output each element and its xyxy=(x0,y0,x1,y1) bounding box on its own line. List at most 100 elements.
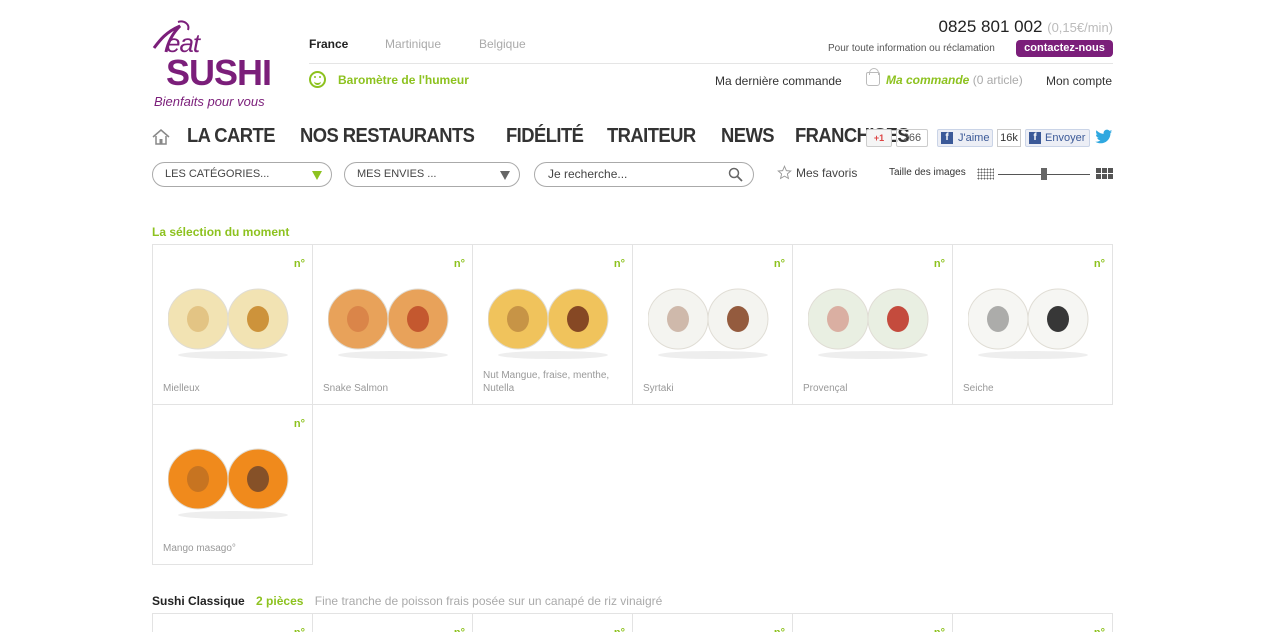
product-name[interactable]: Snake Salmon xyxy=(323,382,468,395)
nav-franchises[interactable]: FRANCHISES xyxy=(795,125,910,148)
new-badge: n° xyxy=(1094,627,1105,632)
new-badge: n° xyxy=(773,258,785,270)
sushi-image xyxy=(488,288,609,359)
new-badge: n° xyxy=(614,627,625,632)
nav-traiteur[interactable]: TRAITEUR xyxy=(607,125,696,148)
section2-desc: Fine tranche de poisson frais posée sur … xyxy=(314,594,663,608)
sushi-image xyxy=(808,288,929,359)
facebook-icon: f xyxy=(941,132,953,144)
product-name[interactable]: Syrtaki xyxy=(643,382,788,395)
new-badge: n° xyxy=(613,258,625,270)
new-badge: n° xyxy=(1093,258,1105,270)
phone-price: (0,15€/min) xyxy=(1047,20,1113,35)
barometre-humeur-link[interactable]: Baromètre de l'humeur xyxy=(309,71,469,88)
sushi-image xyxy=(168,448,289,519)
twitter-bird-icon[interactable] xyxy=(1095,129,1113,145)
product-card[interactable]: n° xyxy=(952,613,1113,632)
slider-handle[interactable] xyxy=(1041,168,1047,180)
section2-pieces: 2 pièces xyxy=(256,594,304,608)
google-plus-button[interactable]: +1 xyxy=(866,129,892,147)
product-card[interactable]: n° Seiche xyxy=(952,244,1113,405)
fb-like-count: 16k xyxy=(997,129,1021,147)
home-icon[interactable] xyxy=(152,128,170,146)
small-grid-icon[interactable] xyxy=(977,168,994,180)
section-sushi-classique: Sushi Classique 2 pièces Fine tranche de… xyxy=(152,594,662,608)
info-text: Pour toute information ou réclamation xyxy=(828,43,995,54)
derniere-commande-link[interactable]: Ma dernière commande xyxy=(715,74,842,88)
eat-sushi-logo[interactable]: eat SUSHI Bienfaits pour vous xyxy=(152,18,282,113)
product-card[interactable]: n° Mango masago° xyxy=(152,404,313,565)
large-grid-icon[interactable] xyxy=(1096,168,1113,180)
barometre-label: Baromètre de l'humeur xyxy=(338,72,469,87)
section-title-selection: La sélection du moment xyxy=(152,225,290,239)
nav-news[interactable]: NEWS xyxy=(721,125,775,148)
new-badge: n° xyxy=(293,418,305,430)
product-card[interactable]: n° xyxy=(472,613,633,632)
product-name[interactable]: Mango masago° xyxy=(163,542,308,555)
page: eat SUSHI Bienfaits pour vous France Mar… xyxy=(0,0,1280,632)
phone-digits: 0825 801 002 xyxy=(938,17,1043,36)
taille-label: Taille des images xyxy=(889,167,966,178)
smiley-icon xyxy=(309,71,326,88)
country-belgique[interactable]: Belgique xyxy=(479,37,526,51)
chevron-down-icon xyxy=(500,171,510,180)
facebook-send-button[interactable]: f Envoyer xyxy=(1025,129,1090,147)
product-card[interactable]: n° Mielleux xyxy=(152,244,313,405)
envies-dropdown[interactable]: MES ENVIES ... xyxy=(344,162,520,187)
product-card[interactable]: n° Nut Mangue, fraise, menthe, Nutella xyxy=(472,244,633,405)
contact-button[interactable]: contactez-nous xyxy=(1016,40,1113,57)
nav-fidelite[interactable]: FIDÉLITÉ xyxy=(506,125,584,148)
new-badge: n° xyxy=(453,258,465,270)
search-input[interactable]: Je recherche... xyxy=(534,162,754,187)
mes-favoris-link[interactable]: Mes favoris xyxy=(777,165,857,180)
product-card[interactable]: n° Syrtaki xyxy=(632,244,793,405)
product-name[interactable]: Provençal xyxy=(803,382,948,395)
main-nav: LA CARTE NOS RESTAURANTS FIDÉLITÉ TRAITE… xyxy=(187,125,919,148)
shopping-bag-icon xyxy=(866,68,880,86)
new-badge: n° xyxy=(774,627,785,632)
logo-tagline: Bienfaits pour vous xyxy=(154,94,265,109)
new-badge: n° xyxy=(454,627,465,632)
ma-commande-label: Ma commande xyxy=(886,73,970,87)
product-card[interactable]: n° Provençal xyxy=(792,244,953,405)
product-name[interactable]: Seiche xyxy=(963,382,1108,395)
sushi-image xyxy=(968,288,1089,359)
gplus-label: +1 xyxy=(873,133,885,143)
product-card[interactable]: n° xyxy=(792,613,953,632)
article-count: (0 article) xyxy=(972,73,1023,87)
sushi-image xyxy=(648,288,769,359)
favoris-label: Mes favoris xyxy=(796,165,858,180)
sushi-image xyxy=(328,288,449,359)
mon-compte-link[interactable]: Mon compte xyxy=(1046,74,1112,88)
nav-nos-restaurants[interactable]: NOS RESTAURANTS xyxy=(300,125,475,148)
categories-label: LES CATÉGORIES... xyxy=(165,168,270,180)
categories-dropdown[interactable]: LES CATÉGORIES... xyxy=(152,162,332,187)
section2-title: Sushi Classique xyxy=(152,594,245,608)
chevron-down-icon xyxy=(312,171,322,180)
product-name[interactable]: Nut Mangue, fraise, menthe, Nutella xyxy=(483,369,628,395)
product-card[interactable]: n° xyxy=(632,613,793,632)
product-card[interactable]: n° Snake Salmon xyxy=(312,244,473,405)
envies-label: MES ENVIES ... xyxy=(357,168,437,180)
gplus-count: 266 xyxy=(896,129,928,147)
search-placeholder: Je recherche... xyxy=(548,167,628,181)
product-card[interactable]: n° xyxy=(152,613,313,632)
star-icon xyxy=(777,165,792,180)
product-name[interactable]: Mielleux xyxy=(163,382,308,395)
product-card[interactable]: n° xyxy=(312,613,473,632)
new-badge: n° xyxy=(294,627,305,632)
fb-send-label: Envoyer xyxy=(1045,132,1086,144)
nav-la-carte[interactable]: LA CARTE xyxy=(187,125,275,148)
phone-number: 0825 801 002 (0,15€/min) xyxy=(939,17,1113,37)
new-badge: n° xyxy=(934,627,945,632)
new-badge: n° xyxy=(933,258,945,270)
sushi-image xyxy=(168,288,289,359)
ma-commande-link[interactable]: Ma commande (0 article) xyxy=(866,68,1023,87)
fb-like-label: J'aime xyxy=(958,132,990,144)
facebook-like-button[interactable]: f J'aime xyxy=(937,129,993,147)
country-france[interactable]: France xyxy=(309,37,348,51)
facebook-send-icon: f xyxy=(1029,132,1041,144)
search-icon[interactable] xyxy=(728,167,743,182)
header-divider xyxy=(309,63,1113,64)
country-martinique[interactable]: Martinique xyxy=(385,37,441,51)
